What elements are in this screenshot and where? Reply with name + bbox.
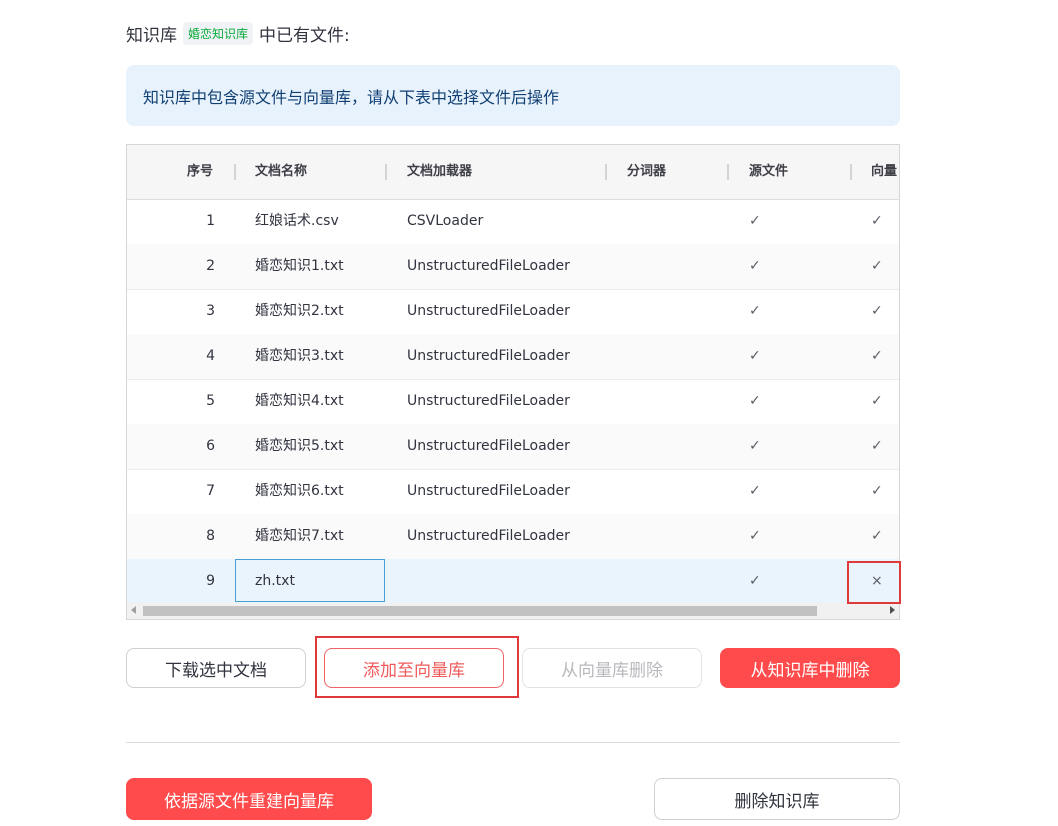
- download-selected-button[interactable]: 下载选中文档: [126, 648, 306, 688]
- table-row[interactable]: 4 婚恋知识3.txt UnstructuredFileLoader ✓ ✓: [127, 334, 899, 380]
- cell-name[interactable]: 婚恋知识7.txt: [255, 514, 344, 559]
- rebuild-vector-button[interactable]: 依据源文件重建向量库: [126, 778, 372, 820]
- cell-name[interactable]: 婚恋知识3.txt: [255, 334, 344, 379]
- cell-name[interactable]: 婚恋知识1.txt: [255, 244, 344, 289]
- cell-loader[interactable]: UnstructuredFileLoader: [407, 469, 570, 514]
- scroll-right-arrow-icon[interactable]: [890, 606, 895, 614]
- cell-loader[interactable]: UnstructuredFileLoader: [407, 379, 570, 424]
- cell-source-check: ✓: [749, 483, 761, 499]
- cell-index: 8: [206, 528, 215, 544]
- table-row[interactable]: 8 婚恋知识7.txt UnstructuredFileLoader ✓ ✓: [127, 514, 899, 560]
- col-header-splitter[interactable]: 分词器: [627, 145, 666, 199]
- cell-index: 2: [206, 258, 215, 274]
- cell-vector-check: ✓: [871, 258, 883, 274]
- cell-name[interactable]: zh.txt: [255, 559, 295, 604]
- col-header-vector[interactable]: 向量: [871, 145, 897, 199]
- highlight-box-add-button: [315, 636, 519, 698]
- delete-kb-button[interactable]: 删除知识库: [654, 778, 900, 820]
- cell-index: 6: [206, 438, 215, 454]
- remove-from-vector-button[interactable]: 从向量库删除: [522, 648, 702, 688]
- col-resize-handle[interactable]: [385, 164, 387, 180]
- cell-vector-check: ✓: [871, 393, 883, 409]
- header-prefix: 知识库: [126, 25, 177, 46]
- cell-vector-check: ✓: [871, 213, 883, 229]
- cell-loader[interactable]: UnstructuredFileLoader: [407, 289, 570, 334]
- info-alert: 知识库中包含源文件与向量库，请从下表中选择文件后操作: [126, 65, 900, 126]
- cell-vector-check: ✓: [871, 528, 883, 544]
- table-row[interactable]: 2 婚恋知识1.txt UnstructuredFileLoader ✓ ✓: [127, 244, 899, 290]
- kb-name-tag: 婚恋知识库: [183, 21, 254, 45]
- table-row[interactable]: 1 红娘话术.csv CSVLoader ✓ ✓: [127, 199, 899, 245]
- kb-files-header: 知识库 婚恋知识库 中已有文件:: [126, 20, 350, 46]
- cell-vector-check: ✓: [871, 348, 883, 364]
- scroll-left-arrow-icon[interactable]: [131, 606, 136, 614]
- col-resize-handle[interactable]: [727, 164, 729, 180]
- cell-loader[interactable]: UnstructuredFileLoader: [407, 334, 570, 379]
- table-row-selected[interactable]: 9 zh.txt ✓ ×: [127, 559, 899, 605]
- table-row[interactable]: 6 婚恋知识5.txt UnstructuredFileLoader ✓ ✓: [127, 424, 899, 470]
- horizontal-scrollbar[interactable]: [127, 603, 899, 619]
- table-row[interactable]: 5 婚恋知识4.txt UnstructuredFileLoader ✓ ✓: [127, 379, 899, 425]
- cell-index: 9: [206, 573, 215, 589]
- table-row[interactable]: 3 婚恋知识2.txt UnstructuredFileLoader ✓ ✓: [127, 289, 899, 335]
- cell-loader[interactable]: UnstructuredFileLoader: [407, 424, 570, 469]
- cell-index: 7: [206, 483, 215, 499]
- col-header-source[interactable]: 源文件: [749, 145, 788, 199]
- cell-vector-check: ✓: [871, 303, 883, 319]
- files-table[interactable]: 序号 文档名称 文档加载器 分词器 源文件 向量 1 红娘话术.csv CSVL…: [126, 144, 900, 620]
- cell-source-check: ✓: [749, 393, 761, 409]
- cell-source-check: ✓: [749, 258, 761, 274]
- col-header-loader[interactable]: 文档加载器: [407, 145, 472, 199]
- table-row[interactable]: 7 婚恋知识6.txt UnstructuredFileLoader ✓ ✓: [127, 469, 899, 515]
- cell-name[interactable]: 婚恋知识6.txt: [255, 469, 344, 514]
- cell-source-check: ✓: [749, 213, 761, 229]
- cell-name[interactable]: 红娘话术.csv: [255, 199, 339, 244]
- col-resize-handle[interactable]: [605, 164, 607, 180]
- table-header: 序号 文档名称 文档加载器 分词器 源文件 向量: [127, 145, 899, 200]
- header-suffix: 中已有文件:: [259, 25, 350, 46]
- cell-loader[interactable]: UnstructuredFileLoader: [407, 514, 570, 559]
- col-resize-handle[interactable]: [234, 164, 236, 180]
- cell-source-check: ✓: [749, 573, 761, 589]
- cell-source-check: ✓: [749, 528, 761, 544]
- delete-from-kb-button[interactable]: 从知识库中删除: [720, 648, 900, 688]
- cell-loader[interactable]: UnstructuredFileLoader: [407, 244, 570, 289]
- cell-name[interactable]: 婚恋知识2.txt: [255, 289, 344, 334]
- cell-index: 3: [206, 303, 215, 319]
- info-text: 知识库中包含源文件与向量库，请从下表中选择文件后操作: [143, 87, 560, 107]
- cell-name[interactable]: 婚恋知识4.txt: [255, 379, 344, 424]
- highlight-box-vector-cell: [847, 561, 901, 604]
- col-resize-handle[interactable]: [850, 164, 852, 180]
- cell-source-check: ✓: [749, 303, 761, 319]
- cell-index: 5: [206, 393, 215, 409]
- cell-index: 4: [206, 348, 215, 364]
- scrollbar-thumb[interactable]: [143, 606, 817, 616]
- cell-vector-check: ✓: [871, 483, 883, 499]
- cell-name[interactable]: 婚恋知识5.txt: [255, 424, 344, 469]
- cell-index: 1: [206, 213, 215, 229]
- divider: [126, 742, 900, 743]
- cell-source-check: ✓: [749, 438, 761, 454]
- cell-vector-check: ✓: [871, 438, 883, 454]
- cell-source-check: ✓: [749, 348, 761, 364]
- col-header-index[interactable]: 序号: [187, 145, 213, 199]
- cell-loader[interactable]: CSVLoader: [407, 199, 483, 244]
- col-header-name[interactable]: 文档名称: [255, 145, 307, 199]
